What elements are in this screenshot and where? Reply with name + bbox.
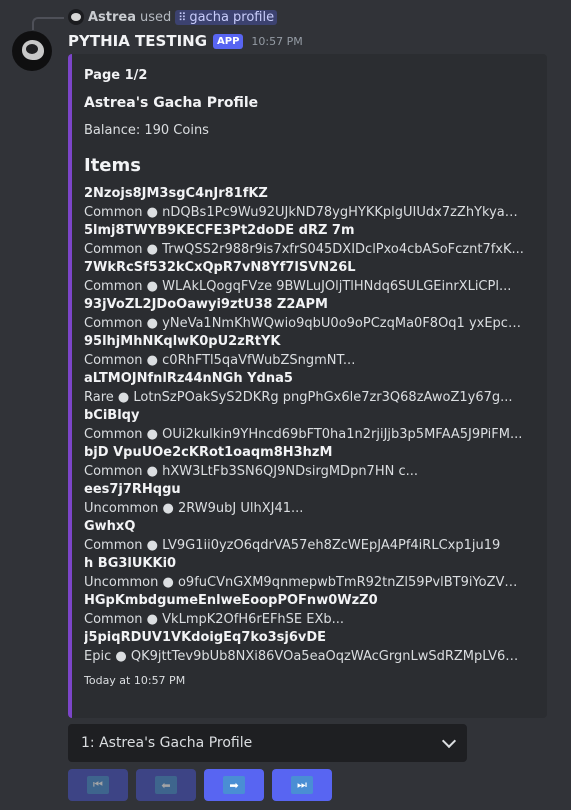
list-item: bCiBlqy Common ● OUi2kulkin9YHncd69bFT0ha…: [84, 407, 524, 444]
list-item: j5piqRDUV1VKdoigEq7ko3sj6vDE Epic ● QK9jt…: [84, 629, 524, 666]
command-mention[interactable]: ⠿ gacha profile: [175, 9, 278, 25]
reply-avatar[interactable]: [68, 9, 84, 25]
message-timestamp: 10:57 PM: [251, 34, 303, 48]
item-name: 2Nzojs8JM3sgC4nJr81fKZ: [84, 186, 268, 201]
command-name: gacha profile: [189, 9, 275, 25]
page-select-dropdown[interactable]: 1: Astrea's Gacha Profile: [68, 724, 467, 762]
app-badge: APP: [213, 33, 244, 49]
item-description: Rare ● LotnSzPOakSyS2DKRg pngPhGx6le7zr3…: [84, 390, 513, 405]
item-description: Common ● c0RhFTl5qaVfWubZSngmNT...: [84, 353, 356, 368]
item-description: Common ● hXW3LtFb3SN6QJ9NDsirgMDpn7HN c.…: [84, 464, 419, 479]
embed-footer-timestamp: Today at 10:57 PM: [84, 674, 186, 687]
select-value: 1: Astrea's Gacha Profile: [81, 735, 253, 751]
next-page-button[interactable]: ➡: [204, 769, 264, 801]
item-name: 95lhjMhNKqlwK0pU2zRtYK: [84, 334, 281, 349]
list-item: GwhxQ Common ● LV9G1ii0yzO6qdrVA57eh8ZcWE…: [84, 518, 524, 555]
item-description: Common ● OUi2kulkin9YHncd69bFT0ha1n2rjiJ…: [84, 427, 523, 442]
list-item: HGpKmbdgumeEnlweEoopPOFnw0WzZ0 Common ● V…: [84, 592, 524, 629]
reply-connector: [32, 17, 64, 30]
reply-context: Astrea used ⠿ gacha profile: [68, 8, 278, 26]
first-page-button[interactable]: ⏮: [68, 769, 128, 801]
chevron-down-icon: [441, 733, 457, 748]
list-item: 95lhjMhNKqlwK0pU2zRtYK Common ● c0RhFTl5q…: [84, 333, 524, 370]
bot-avatar[interactable]: [12, 31, 52, 71]
next-page-icon: ➡: [223, 776, 245, 794]
list-item: 2Nzojs8JM3sgC4nJr81fKZ Common ● nDQBs1Pc9…: [84, 185, 524, 222]
previous-page-icon: ⬅: [155, 776, 177, 794]
item-description: Epic ● QK9jttTev9bUb8NXi86VOa5eaOqzWAcGr…: [84, 649, 524, 664]
item-name: 5lmj8TWYB9KECFE3Pt2doDE dRZ 7m: [84, 223, 355, 238]
item-name: 7WkRcSf532kCxQpR7vN8Yf7lSVN26L: [84, 260, 356, 275]
item-name: aLTMOJNfnlRz44nNGh Ydna5: [84, 371, 293, 386]
item-name: ees7j7RHqgu: [84, 482, 181, 497]
item-description: Common ● WLAkLQogqFVze 9BWLuJOljTlHNdq6S…: [84, 279, 512, 294]
list-item: ees7j7RHqgu Uncommon ● 2RW9ubJ UlhXJ41...: [84, 481, 524, 518]
list-item: 5lmj8TWYB9KECFE3Pt2doDE dRZ 7m Common ● T…: [84, 222, 524, 259]
list-item: bjD VpuUOe2cKRot1oaqm8H3hzM Common ● hXW3…: [84, 444, 524, 481]
previous-page-button[interactable]: ⬅: [136, 769, 196, 801]
last-page-button[interactable]: ⏭: [272, 769, 332, 801]
message-header: PYTHIA TESTING APP 10:57 PM: [68, 32, 303, 50]
balance-text: Balance: 190 Coins: [84, 123, 209, 138]
first-page-icon: ⏮: [87, 776, 109, 794]
item-name: j5piqRDUV1VKdoigEq7ko3sj6vDE: [84, 630, 327, 645]
item-description: Uncommon ● 2RW9ubJ UlhXJ41...: [84, 501, 304, 516]
item-name: h BG3lUKKi0: [84, 556, 177, 571]
item-name: HGpKmbdgumeEnlweEoopPOFnw0WzZ0: [84, 593, 378, 608]
item-description: Common ● TrwQSS2r988r9is7xfrS045DXIDclPx…: [84, 242, 524, 257]
item-description: Common ● yNeVa1NmKhWQwio9qbU0o9oPCzqMa0F…: [84, 316, 524, 331]
item-description: Common ● VkLmpK2OfH6rEFhSE EXb...: [84, 612, 345, 627]
embed-title: Astrea's Gacha Profile: [84, 95, 259, 111]
slash-command-icon: ⠿: [178, 10, 187, 24]
item-name: GwhxQ: [84, 519, 136, 534]
profile-embed: Page 1/2 Astrea's Gacha Profile Balance:…: [68, 54, 547, 718]
page-indicator: Page 1/2: [84, 68, 148, 83]
list-item: 7WkRcSf532kCxQpR7vN8Yf7lSVN26L Common ● W…: [84, 259, 524, 296]
item-description: Common ● nDQBs1Pc9Wu92UJkND78ygHYKKplgUI…: [84, 205, 524, 220]
list-item: h BG3lUKKi0 Uncommon ● o9fuCVnGXM9qnmepwb…: [84, 555, 524, 592]
item-name: 93jVoZL2JDoOawyi9ztU38 Z2APM: [84, 297, 328, 312]
list-item: 93jVoZL2JDoOawyi9ztU38 Z2APM Common ● yNe…: [84, 296, 524, 333]
item-name: bjD VpuUOe2cKRot1oaqm8H3hzM: [84, 445, 333, 460]
items-heading: Items: [84, 155, 141, 176]
reply-username[interactable]: Astrea: [88, 10, 136, 25]
item-description: Uncommon ● o9fuCVnGXM9qnmepwbTmR92tnZl59…: [84, 575, 524, 590]
last-page-icon: ⏭: [291, 776, 313, 794]
items-list: 2Nzojs8JM3sgC4nJr81fKZ Common ● nDQBs1Pc9…: [84, 185, 531, 666]
bot-username[interactable]: PYTHIA TESTING: [68, 32, 207, 50]
reply-action: used: [140, 9, 172, 25]
item-name: bCiBlqy: [84, 408, 140, 423]
item-description: Common ● LV9G1ii0yzO6qdrVA57eh8ZcWEpJA4P…: [84, 538, 501, 553]
list-item: aLTMOJNfnlRz44nNGh Ydna5 Rare ● LotnSzPOa…: [84, 370, 524, 407]
